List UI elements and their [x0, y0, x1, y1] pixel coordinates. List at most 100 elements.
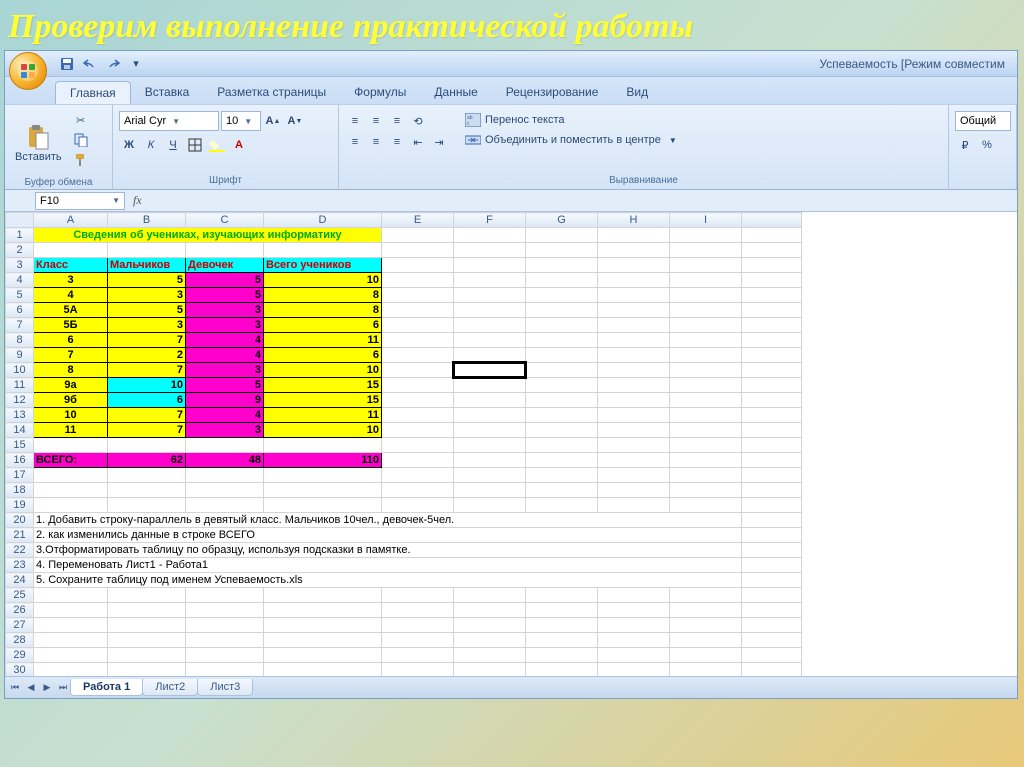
row-header[interactable]: 12 — [6, 393, 34, 408]
cell[interactable]: 3 — [34, 273, 108, 288]
cell[interactable]: 7 — [108, 333, 186, 348]
row-header[interactable]: 1 — [6, 228, 34, 243]
cell[interactable]: 3 — [186, 423, 264, 438]
tab-nav-first-icon[interactable]: ⏮ — [7, 680, 23, 696]
row-header[interactable]: 11 — [6, 378, 34, 393]
row-header[interactable]: 21 — [6, 528, 34, 543]
tab-insert[interactable]: Вставка — [131, 81, 204, 104]
format-painter-icon[interactable] — [70, 151, 92, 169]
note[interactable]: 5. Сохраните таблицу под именем Успеваем… — [34, 573, 742, 588]
cut-icon[interactable]: ✂ — [70, 111, 92, 129]
save-icon[interactable] — [57, 54, 77, 74]
row-header[interactable]: 4 — [6, 273, 34, 288]
note[interactable]: 3.Отформатировать таблицу по образцу, ис… — [34, 543, 742, 558]
align-center-icon[interactable]: ≡ — [366, 132, 386, 152]
spreadsheet-grid[interactable]: A B C D E F G H I 1Сведения об учениках,… — [5, 212, 802, 676]
shrink-font-icon[interactable]: A▼ — [285, 111, 305, 131]
align-left-icon[interactable]: ≡ — [345, 132, 365, 152]
row-header[interactable]: 14 — [6, 423, 34, 438]
tab-review[interactable]: Рецензирование — [492, 81, 613, 104]
row-header[interactable]: 5 — [6, 288, 34, 303]
name-box[interactable]: F10▼ — [35, 192, 125, 210]
row-header[interactable]: 8 — [6, 333, 34, 348]
cell[interactable]: 3 — [108, 318, 186, 333]
cell[interactable]: 4 — [186, 333, 264, 348]
row-header[interactable]: 2 — [6, 243, 34, 258]
align-right-icon[interactable]: ≡ — [387, 132, 407, 152]
cell[interactable]: 3 — [186, 318, 264, 333]
row-header[interactable]: 30 — [6, 663, 34, 677]
percent-icon[interactable]: % — [977, 135, 997, 155]
italic-icon[interactable]: К — [141, 135, 161, 155]
indent-decrease-icon[interactable]: ⇤ — [408, 132, 428, 152]
cell[interactable]: 5 — [108, 273, 186, 288]
font-size-select[interactable]: 10▼ — [221, 111, 261, 131]
tab-layout[interactable]: Разметка страницы — [203, 81, 340, 104]
align-top-icon[interactable]: ≡ — [345, 111, 365, 131]
cell[interactable]: 6 — [108, 393, 186, 408]
note[interactable]: 2. как изменились данные в строке ВСЕГО — [34, 528, 742, 543]
col-header[interactable]: F — [454, 213, 526, 228]
cell[interactable]: 5 — [186, 378, 264, 393]
col-header[interactable]: H — [598, 213, 670, 228]
active-cell[interactable] — [454, 363, 526, 378]
tab-data[interactable]: Данные — [420, 81, 491, 104]
cell[interactable]: 4 — [186, 348, 264, 363]
fx-icon[interactable]: fx — [133, 193, 142, 208]
row-header[interactable]: 29 — [6, 648, 34, 663]
row-header[interactable]: 23 — [6, 558, 34, 573]
cell[interactable]: 3 — [186, 303, 264, 318]
cell[interactable]: 8 — [34, 363, 108, 378]
row-header[interactable]: 15 — [6, 438, 34, 453]
cell[interactable]: 15 — [264, 378, 382, 393]
cell[interactable]: 4 — [186, 408, 264, 423]
merge-center-button[interactable]: Объединить и поместить в центре▼ — [459, 131, 683, 149]
row-header[interactable]: 18 — [6, 483, 34, 498]
cell[interactable]: 11 — [34, 423, 108, 438]
align-middle-icon[interactable]: ≡ — [366, 111, 386, 131]
col-header[interactable]: E — [382, 213, 454, 228]
cell[interactable]: 2 — [108, 348, 186, 363]
total-boys[interactable]: 62 — [108, 453, 186, 468]
bold-icon[interactable]: Ж — [119, 135, 139, 155]
row-header[interactable]: 7 — [6, 318, 34, 333]
cell[interactable]: 7 — [108, 423, 186, 438]
align-bottom-icon[interactable]: ≡ — [387, 111, 407, 131]
row-header[interactable]: 17 — [6, 468, 34, 483]
col-header[interactable]: A — [34, 213, 108, 228]
col-header[interactable]: D — [264, 213, 382, 228]
redo-icon[interactable] — [103, 54, 123, 74]
cell[interactable]: 5 — [108, 303, 186, 318]
col-header[interactable]: I — [670, 213, 742, 228]
cell[interactable]: 15 — [264, 393, 382, 408]
row-header[interactable]: 16 — [6, 453, 34, 468]
cell[interactable]: 3 — [108, 288, 186, 303]
row-header[interactable]: 22 — [6, 543, 34, 558]
tab-nav-last-icon[interactable]: ⏭ — [55, 680, 71, 696]
col-header[interactable]: C — [186, 213, 264, 228]
cell[interactable]: 10 — [264, 363, 382, 378]
row-header[interactable]: 27 — [6, 618, 34, 633]
cell[interactable]: 11 — [264, 408, 382, 423]
number-format-select[interactable]: Общий — [955, 111, 1011, 131]
cell[interactable]: 9а — [34, 378, 108, 393]
row-header[interactable]: 24 — [6, 573, 34, 588]
tab-formulas[interactable]: Формулы — [340, 81, 420, 104]
table-title[interactable]: Сведения об учениках, изучающих информат… — [34, 228, 382, 243]
sheet-tab-2[interactable]: Лист2 — [142, 679, 198, 696]
copy-icon[interactable] — [70, 131, 92, 149]
cell[interactable]: 10 — [108, 378, 186, 393]
tab-nav-next-icon[interactable]: ▶ — [39, 680, 55, 696]
cell[interactable]: 8 — [264, 303, 382, 318]
cell[interactable]: 7 — [108, 408, 186, 423]
font-name-select[interactable]: Arial Cyr▼ — [119, 111, 219, 131]
header-girls[interactable]: Девочек — [186, 258, 264, 273]
cell[interactable]: 3 — [186, 363, 264, 378]
select-all-corner[interactable] — [6, 213, 34, 228]
underline-icon[interactable]: Ч — [163, 135, 183, 155]
tab-home[interactable]: Главная — [55, 81, 131, 104]
header-class[interactable]: Класс — [34, 258, 108, 273]
cell[interactable]: 5 — [186, 273, 264, 288]
undo-icon[interactable] — [80, 54, 100, 74]
row-header[interactable]: 20 — [6, 513, 34, 528]
